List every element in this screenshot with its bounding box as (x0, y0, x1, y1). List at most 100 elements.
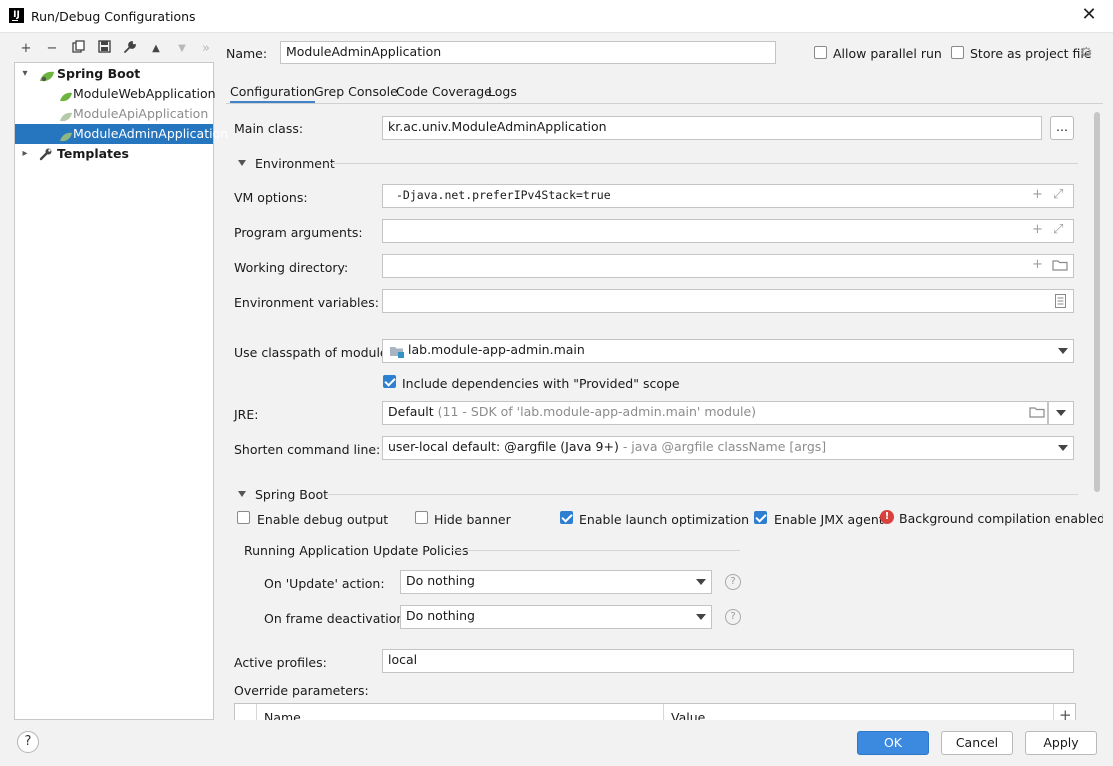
jre-dropdown-button[interactable] (1048, 401, 1074, 425)
chevron-down-icon[interactable] (238, 491, 246, 497)
program-arguments-input[interactable] (382, 219, 1074, 243)
classpath-select[interactable]: lab.module-app-admin.main (382, 339, 1074, 363)
expand-icon[interactable]: ⤢ (1053, 185, 1063, 205)
help-icon[interactable]: ? (725, 609, 741, 625)
jre-label: JRE: (234, 407, 259, 422)
column-header-value[interactable]: Value (671, 710, 705, 720)
store-project-checkbox[interactable] (951, 46, 964, 59)
add-icon[interactable]: + (1032, 185, 1043, 205)
spring-boot-section-title[interactable]: Spring Boot (255, 487, 328, 502)
window-title: Run/Debug Configurations (31, 9, 196, 24)
save-icon[interactable] (94, 40, 114, 58)
include-dependencies-checkbox[interactable] (383, 375, 396, 388)
tree-group-label: Templates (57, 146, 129, 161)
include-dependencies-label: Include dependencies with "Provided" sco… (402, 376, 680, 391)
environment-variables-label: Environment variables: (234, 295, 379, 310)
chevron-down-icon[interactable] (238, 160, 246, 166)
shorten-command-label: Shorten command line: (234, 442, 381, 457)
expand-icon[interactable]: ⤢ (1053, 220, 1063, 240)
tree-group-templates[interactable]: ▸ Templates (15, 144, 213, 164)
close-window-icon[interactable]: ✕ (1078, 4, 1100, 26)
configuration-panel: Main class: kr.ac.univ.ModuleAdminApplic… (226, 103, 1103, 720)
vm-options-input[interactable]: -Djava.net.preferIPv4Stack=true (382, 184, 1074, 208)
chevron-down-icon[interactable] (1058, 348, 1068, 354)
working-directory-input[interactable] (382, 254, 1074, 278)
environment-variables-input[interactable] (382, 289, 1074, 313)
hide-banner-checkbox[interactable] (415, 511, 428, 524)
classpath-value: lab.module-app-admin.main (408, 342, 585, 357)
allow-parallel-checkbox[interactable] (814, 46, 827, 59)
help-icon[interactable]: ? (17, 731, 39, 753)
shorten-command-hint: - java @argfile className [args] (622, 439, 827, 454)
store-project-label: Store as project file (970, 46, 1092, 61)
section-divider (452, 550, 740, 551)
tree-item-label: ModuleApiApplication (73, 106, 209, 121)
folder-icon[interactable] (1052, 259, 1068, 274)
jmx-agent-checkbox[interactable] (754, 511, 767, 524)
vm-options-label: VM options: (234, 190, 308, 205)
chevron-down-icon[interactable] (1058, 445, 1068, 451)
main-class-input[interactable]: kr.ac.univ.ModuleAdminApplication (382, 116, 1042, 140)
tree-item-label: ModuleAdminApplication (73, 126, 229, 141)
shorten-command-value: user-local default: @argfile (Java 9+) (388, 439, 619, 454)
intellij-app-icon: IJ (9, 8, 24, 23)
chevron-down-icon[interactable]: ▾ (19, 64, 31, 84)
chevron-right-icon[interactable]: ▸ (19, 144, 31, 164)
tab-code-coverage[interactable]: Code Coverage (396, 83, 492, 101)
add-icon[interactable]: + (1032, 255, 1043, 275)
jre-select[interactable]: Default (11 - SDK of 'lab.module-app-adm… (382, 401, 1048, 425)
shorten-command-select[interactable]: user-local default: @argfile (Java 9+) -… (382, 436, 1074, 460)
allow-parallel-label: Allow parallel run (833, 46, 942, 61)
scrollbar-thumb[interactable] (1094, 112, 1100, 492)
chevron-down-icon (696, 579, 706, 585)
background-compilation-label: Background compilation enabled (899, 511, 1103, 526)
jre-value: Default (388, 404, 434, 419)
on-update-select[interactable]: Do nothing (400, 570, 712, 594)
copy-icon[interactable] (68, 40, 88, 58)
move-down-icon[interactable]: ▼ (172, 40, 192, 58)
on-update-label: On 'Update' action: (264, 576, 385, 591)
wrench-icon[interactable] (120, 40, 140, 58)
remove-icon[interactable]: − (42, 40, 62, 58)
column-header-name[interactable]: Name (264, 710, 301, 720)
debug-output-checkbox[interactable] (237, 511, 250, 524)
tree-group-spring-boot[interactable]: ▾ Spring Boot (15, 64, 213, 84)
help-icon[interactable]: ? (725, 574, 741, 590)
environment-section-title[interactable]: Environment (255, 156, 335, 171)
tree-group-label: Spring Boot (57, 66, 141, 81)
launch-optimization-label: Enable launch optimization (579, 512, 750, 527)
tree-item-module-api[interactable]: ModuleApiApplication (15, 104, 213, 124)
jre-hint: (11 - SDK of 'lab.module-app-admin.main'… (437, 404, 757, 419)
ok-button[interactable]: OK (857, 731, 929, 755)
add-icon[interactable]: + (16, 40, 36, 58)
gear-icon[interactable]: ⚙ (1080, 45, 1093, 61)
add-icon[interactable]: + (1032, 220, 1043, 240)
on-update-value: Do nothing (406, 573, 475, 588)
on-frame-deactivation-value: Do nothing (406, 608, 475, 623)
add-parameter-icon[interactable]: + (1059, 706, 1072, 720)
tab-logs[interactable]: Logs (488, 83, 517, 101)
configuration-tree: ▾ Spring Boot ModuleWebApplication Modul… (14, 62, 228, 720)
launch-optimization-checkbox[interactable] (560, 511, 573, 524)
tree-item-module-admin[interactable]: ModuleAdminApplication (15, 124, 228, 144)
main-class-label: Main class: (234, 121, 304, 136)
browse-main-class-button[interactable]: ... (1050, 116, 1074, 140)
on-frame-deactivation-select[interactable]: Do nothing (400, 605, 712, 629)
debug-output-label: Enable debug output (257, 512, 389, 527)
folder-icon[interactable] (1029, 406, 1045, 421)
tab-grep-console[interactable]: Grep Console (314, 83, 398, 101)
tab-configuration[interactable]: Configuration (230, 83, 315, 104)
more-icon[interactable]: » (196, 40, 216, 58)
tree-item-module-web[interactable]: ModuleWebApplication (15, 84, 216, 104)
active-profiles-input[interactable]: local (382, 649, 1074, 673)
cancel-button[interactable]: Cancel (941, 731, 1013, 755)
edit-document-icon[interactable] (1055, 294, 1066, 311)
section-divider (330, 163, 1078, 164)
module-folder-icon (389, 344, 405, 362)
name-input[interactable]: ModuleAdminApplication (280, 41, 776, 64)
apply-button[interactable]: Apply (1025, 731, 1097, 755)
chevron-down-icon (696, 614, 706, 620)
override-parameters-label: Override parameters: (234, 683, 369, 698)
move-up-icon[interactable]: ▲ (146, 40, 166, 58)
active-profiles-label: Active profiles: (234, 655, 327, 670)
